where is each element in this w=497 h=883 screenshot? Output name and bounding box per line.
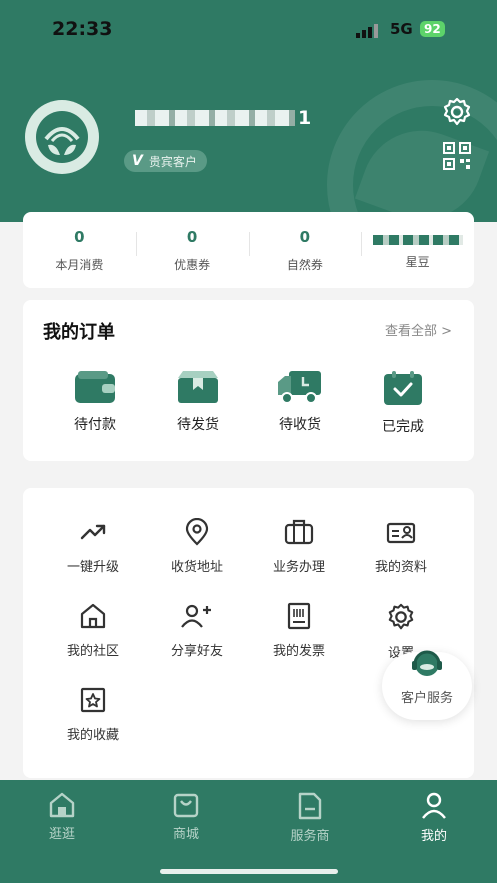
stat-label: 优惠券: [174, 257, 211, 272]
tab-browse[interactable]: 逛逛: [22, 792, 102, 842]
customer-service-button[interactable]: 客户服务: [382, 650, 472, 720]
stats-card: 0 本月消费 0 优惠券 0 自然券 星豆: [23, 212, 474, 288]
qr-code-icon[interactable]: [443, 142, 471, 170]
battery-level: 92: [420, 21, 445, 37]
service-business[interactable]: 业务办理: [249, 518, 349, 575]
tab-mall[interactable]: 商城: [146, 792, 226, 842]
stat-star-beans[interactable]: 星豆: [361, 212, 474, 288]
username-masked: [135, 110, 295, 126]
wallet-icon: [75, 371, 115, 403]
status-time: 22:33: [52, 18, 113, 40]
tab-mine[interactable]: 我的: [394, 792, 474, 844]
stat-value: 0: [74, 227, 85, 246]
order-label: 待付款: [74, 417, 116, 433]
order-pending-receipt[interactable]: 待收货: [260, 370, 340, 434]
service-label: 我的收藏: [66, 728, 119, 743]
service-invoice[interactable]: 我的发票: [249, 602, 349, 659]
order-label: 待发货: [177, 417, 219, 433]
tab-label: 逛逛: [48, 827, 75, 842]
id-card-icon: [386, 522, 416, 544]
briefcase-icon: [284, 519, 314, 545]
status-bar: 22:33 5G 92: [0, 0, 497, 60]
service-label: 我的发票: [272, 644, 325, 659]
stat-monthly-spend[interactable]: 0 本月消费: [23, 212, 136, 288]
order-pending-shipment[interactable]: 待发货: [158, 370, 238, 434]
stat-label: 星豆: [405, 254, 430, 269]
home-icon: [49, 792, 75, 818]
orders-title: 我的订单: [43, 322, 115, 343]
shopping-bag-icon: [173, 793, 199, 818]
service-profile[interactable]: 我的资料: [351, 518, 451, 575]
settings-gear-icon[interactable]: [441, 96, 473, 128]
truck-icon: [278, 371, 321, 404]
order-label: 已完成: [382, 419, 424, 435]
tab-label: 我的: [420, 829, 447, 844]
document-icon: [298, 792, 322, 820]
service-label: 分享好友: [170, 644, 223, 659]
box-icon: [178, 371, 218, 403]
service-label: 我的资料: [374, 560, 427, 575]
stat-coupons[interactable]: 0 优惠券: [135, 212, 249, 288]
services-card: 一键升级 收货地址 业务办理 我的资料 我的社区 分享好友 我的发票 设置 我的…: [23, 488, 474, 778]
member-level-badge[interactable]: V 贵宾客户: [124, 150, 207, 172]
settings-icon: [388, 603, 414, 630]
service-community[interactable]: 我的社区: [43, 602, 143, 659]
service-upgrade[interactable]: 一键升级: [43, 518, 143, 575]
my-orders-card: 我的订单 查看全部 > 待付款 待发货 待收货 已完成: [23, 300, 474, 461]
vip-mark: V: [132, 153, 143, 169]
stat-value: 0: [299, 227, 311, 246]
avatar[interactable]: [25, 100, 99, 174]
stat-nature-coupons[interactable]: 0 自然券: [248, 212, 362, 288]
service-address[interactable]: 收货地址: [147, 518, 247, 575]
tab-label: 服务商: [290, 829, 330, 844]
stat-label: 本月消费: [55, 257, 104, 272]
add-friend-icon: [181, 604, 211, 628]
service-label: 业务办理: [272, 560, 325, 575]
customer-service-label: 客户服务: [400, 691, 453, 706]
done-icon: [384, 371, 422, 405]
home-indicator: [160, 869, 338, 874]
tab-service-provider[interactable]: 服务商: [270, 792, 350, 844]
order-pending-payment[interactable]: 待付款: [55, 370, 135, 434]
stat-label: 自然券: [286, 257, 323, 272]
leaf-logo-icon: [36, 111, 88, 163]
order-label: 待收货: [279, 417, 321, 433]
service-share[interactable]: 分享好友: [147, 602, 247, 659]
stat-value: 0: [186, 227, 198, 246]
view-all-orders-link[interactable]: 查看全部 >: [385, 320, 452, 339]
network-type: 5G: [390, 20, 413, 38]
trend-up-icon: [80, 524, 106, 540]
service-favorites[interactable]: 我的收藏: [43, 686, 143, 743]
service-label: 我的社区: [66, 644, 119, 659]
star-beans-masked-value: [372, 234, 463, 245]
username-suffix: 1: [298, 107, 313, 129]
tab-label: 商城: [172, 827, 199, 842]
signal-icon: [356, 24, 378, 38]
location-icon: [185, 518, 209, 546]
user-icon: [422, 792, 446, 819]
bottom-tab-bar: 逛逛 商城 服务商 我的: [0, 780, 497, 883]
order-completed[interactable]: 已完成: [363, 370, 443, 436]
service-label: 收货地址: [170, 560, 223, 575]
community-icon: [80, 603, 106, 629]
invoice-icon: [287, 602, 311, 630]
headset-icon: [412, 650, 442, 676]
service-label: 一键升级: [66, 560, 119, 575]
member-level-label: 贵宾客户: [148, 154, 197, 169]
favorite-icon: [80, 687, 106, 713]
